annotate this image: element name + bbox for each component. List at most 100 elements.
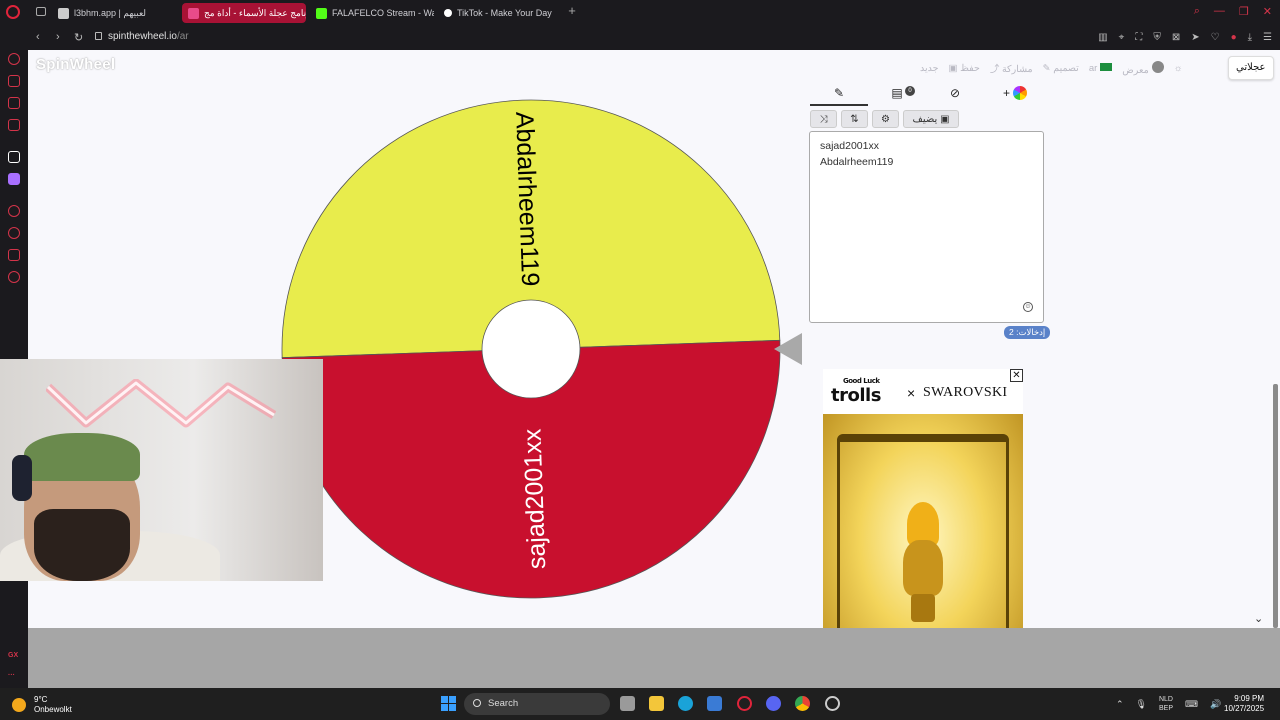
- edge-icon[interactable]: [678, 696, 693, 711]
- tab-spinthewheel[interactable]: برنامج عجلة الأسماء - أداة مج: [182, 3, 306, 23]
- entries-textarea[interactable]: sajad2001xx Abdalrheem119 ☺: [809, 131, 1044, 323]
- file-explorer-icon[interactable]: [649, 696, 664, 711]
- my-wheels-button[interactable]: عجلاتي: [1228, 56, 1274, 80]
- download-icon[interactable]: ⤓: [1248, 32, 1252, 43]
- start-button[interactable]: [441, 696, 456, 711]
- language-selector[interactable]: ar: [1089, 62, 1113, 74]
- tab-kick[interactable]: FALAFELCO Stream - Wat: [310, 3, 434, 23]
- back-icon[interactable]: ‹: [36, 31, 40, 43]
- weather-desc: Onbewolkt: [34, 705, 72, 714]
- reload-icon[interactable]: ↻: [74, 31, 83, 44]
- tab-results[interactable]: ▤: [868, 86, 926, 106]
- wheel-center-hub[interactable]: [481, 299, 581, 399]
- microphone-icon[interactable]: 🎙: [1136, 699, 1147, 710]
- discord-icon[interactable]: [766, 696, 781, 711]
- tab-l3bhm[interactable]: l3bhm.app | لعبيهم: [52, 3, 178, 23]
- settings-button[interactable]: ⚙: [872, 110, 899, 128]
- tab-label: l3bhm.app | لعبيهم: [74, 7, 147, 18]
- opera-logo-icon[interactable]: [6, 5, 20, 19]
- search-tabs-icon[interactable]: ⌕: [1194, 5, 1200, 18]
- page-scrollbar[interactable]: [1273, 384, 1278, 628]
- obs-icon[interactable]: [825, 696, 840, 711]
- save-button[interactable]: ▣ حفظ: [949, 63, 980, 74]
- emoji-icon[interactable]: ☺: [1023, 302, 1033, 312]
- heart-icon[interactable]: ♡: [1211, 32, 1220, 43]
- address-bar: ‹ › ↻ spinthewheel.io/ar ▥ ⌖ ⛶ ⛨ ⊠ ➤ ♡ ●…: [0, 26, 1280, 50]
- snapshot-icon[interactable]: ⛶: [1135, 32, 1142, 43]
- tabs-menu-icon[interactable]: [36, 7, 46, 16]
- sort-icon: ⇅: [850, 113, 859, 125]
- neon-zigzag: [46, 379, 276, 428]
- customize-button[interactable]: ✎ تصميم: [1043, 63, 1079, 74]
- sort-button[interactable]: ⇅: [841, 110, 868, 128]
- sidebar-twitch-icon[interactable]: [8, 173, 20, 185]
- page-gray-band: [28, 628, 1280, 688]
- tab-edit[interactable]: ✎: [810, 86, 868, 106]
- store-icon[interactable]: [707, 696, 722, 711]
- sidebar-player-icon[interactable]: [8, 205, 20, 217]
- share-button[interactable]: ⤴ مشاركة: [990, 61, 1033, 75]
- tab-favicon-icon: [444, 9, 452, 17]
- sidebar-history-icon[interactable]: [8, 227, 20, 239]
- theme-toggle-icon[interactable]: ☼: [1174, 63, 1183, 74]
- sidebar-aria-icon[interactable]: [8, 151, 20, 163]
- gallery-label: معرض: [1122, 64, 1149, 76]
- forward-icon[interactable]: ›: [56, 31, 60, 43]
- volume-icon[interactable]: 🔊: [1210, 699, 1221, 710]
- tab-tiktok[interactable]: TikTok - Make Your Day: [438, 3, 562, 23]
- moon-icon: [12, 698, 26, 712]
- gallery-button[interactable]: معرض: [1122, 60, 1164, 76]
- new-button[interactable]: جديد: [920, 63, 939, 74]
- taskbar-clock[interactable]: 9:09 PM 10/27/2025: [1224, 694, 1264, 714]
- sidebar-news-icon[interactable]: [8, 97, 20, 109]
- url-field[interactable]: spinthewheel.io/ar: [95, 31, 189, 42]
- site-top-nav: جديد ▣ حفظ ⤴ مشاركة ✎ تصميم ar معرض ☼: [920, 60, 1182, 76]
- tab-hide[interactable]: ⊘: [926, 86, 984, 106]
- chrome-icon[interactable]: [795, 696, 810, 711]
- sidebar-gx-icon[interactable]: GX: [8, 652, 18, 659]
- scroll-down-icon[interactable]: ⌄: [1254, 612, 1263, 625]
- sidebar-extensions-icon[interactable]: [8, 249, 20, 261]
- translate-icon[interactable]: ⊠: [1172, 32, 1180, 43]
- network-icon[interactable]: ⌨: [1185, 699, 1198, 710]
- window-controls: ⌕ — ❐ ✕: [1194, 5, 1272, 18]
- sidebar-settings-icon[interactable]: [8, 271, 20, 283]
- task-view-icon[interactable]: [620, 696, 635, 711]
- tray-overflow-icon[interactable]: ⌃: [1116, 699, 1124, 710]
- clock-time: 9:09 PM: [1234, 694, 1265, 703]
- split-view-icon[interactable]: ▥: [1098, 32, 1107, 43]
- sidebar-bag-icon[interactable]: [8, 75, 20, 87]
- profile-icon[interactable]: ●: [1231, 32, 1237, 43]
- share-label: مشاركة: [1001, 64, 1033, 75]
- tab-label: FALAFELCO Stream - Wat: [332, 8, 434, 18]
- maximize-icon[interactable]: ❐: [1239, 5, 1249, 18]
- opera-gx-icon[interactable]: [737, 696, 752, 711]
- shuffle-button[interactable]: ⤨: [810, 110, 837, 128]
- sidebar-more-icon[interactable]: ···: [8, 672, 15, 679]
- sidebar-speed-icon[interactable]: [8, 53, 20, 65]
- close-window-icon[interactable]: ✕: [1263, 5, 1272, 18]
- weather-widget[interactable]: 9°C Onbewolkt: [12, 695, 72, 715]
- minimize-icon[interactable]: —: [1214, 5, 1225, 18]
- send-icon[interactable]: ➤: [1191, 32, 1199, 43]
- site-logo[interactable]: SpinWheel: [36, 56, 115, 73]
- gallery-avatar-icon: [1151, 60, 1164, 73]
- camera-icon[interactable]: ⌖: [1119, 32, 1125, 43]
- taskbar-search[interactable]: Search: [464, 693, 610, 715]
- url-path: /ar: [176, 31, 189, 42]
- panel-tabs: ✎ ▤ ⊘ +: [810, 84, 1044, 106]
- language-indicator[interactable]: NLD BEP: [1159, 695, 1173, 713]
- person-beard: [34, 509, 130, 581]
- menu-icon[interactable]: ☰: [1263, 32, 1272, 43]
- ad-partner: SWAROVSKI: [923, 385, 1008, 400]
- tab-add-wheel[interactable]: +: [986, 86, 1044, 106]
- sidebar-music-icon[interactable]: [8, 119, 20, 131]
- entry-tools: ⤨ ⇅ ⚙ يضيف ▣: [810, 110, 959, 128]
- ad-times: ×: [907, 385, 916, 401]
- ad-close-button[interactable]: ✕: [1010, 369, 1023, 382]
- add-image-button[interactable]: يضيف ▣: [903, 110, 959, 128]
- spin-wheel[interactable]: Abdalrheem119 sajad2001xx: [280, 98, 782, 600]
- new-tab-plus-icon[interactable]: +: [566, 4, 578, 17]
- person-cap: [24, 433, 140, 481]
- shield-icon[interactable]: ⛨: [1153, 32, 1161, 43]
